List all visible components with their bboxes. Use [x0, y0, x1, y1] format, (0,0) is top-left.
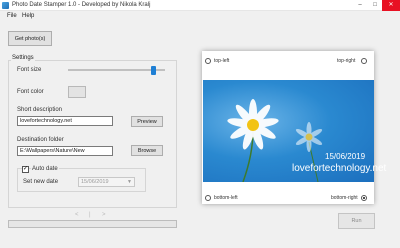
font-size-label: Font size [17, 67, 42, 73]
maximize-icon[interactable]: □ [368, 0, 382, 11]
set-new-date-label: Set new date [23, 179, 59, 185]
short-description-input[interactable]: lovefortechnology.net [17, 116, 113, 126]
position-radio-top-right[interactable] [361, 58, 367, 64]
app-icon [2, 2, 9, 9]
short-description-label: Short description [17, 107, 63, 113]
title-bar: Photo Date Stamper 1.0 - Developed by Ni… [0, 0, 400, 11]
chevron-down-icon[interactable]: ▼ [127, 179, 132, 185]
menu-bar: File Help [0, 11, 400, 21]
run-button[interactable]: Run [338, 213, 375, 229]
browse-button[interactable]: Browse [131, 145, 163, 156]
close-icon[interactable]: ✕ [382, 0, 400, 11]
get-photos-button[interactable]: Get photo(s) [8, 31, 52, 46]
font-color-swatch[interactable] [68, 86, 86, 98]
position-label-top-right: top-right [337, 58, 356, 64]
position-label-bottom-right: bottom-right [331, 195, 358, 201]
position-label-top-left: top-left [214, 58, 230, 64]
destination-folder-label: Destination folder [17, 137, 64, 143]
position-label-bottom-left: bottom-left [214, 195, 238, 201]
pager-separator: | [89, 212, 91, 218]
settings-legend: Settings [11, 55, 35, 61]
description-stamp-text: lovefortechnology.net [292, 163, 387, 174]
menu-item-help[interactable]: Help [22, 13, 34, 19]
font-size-slider-thumb[interactable] [150, 66, 156, 75]
menu-item-file[interactable]: File [7, 13, 17, 19]
next-photo-button[interactable]: > [102, 212, 106, 218]
destination-folder-input[interactable]: E:\Wallpapers\Nature\New [17, 146, 113, 156]
minimize-icon[interactable]: – [353, 0, 367, 11]
progress-bar [8, 220, 177, 228]
position-radio-top-left[interactable] [205, 58, 211, 64]
auto-date-checkbox[interactable]: ✓ [22, 166, 29, 173]
font-color-label: Font color [17, 89, 44, 95]
window-title: Photo Date Stamper 1.0 - Developed by Ni… [12, 2, 151, 8]
position-radio-bottom-left[interactable] [205, 195, 211, 201]
preview-button[interactable]: Preview [131, 116, 163, 127]
date-stamp-text: 15/06/2019 [325, 152, 366, 161]
auto-date-label: Auto date [31, 166, 59, 172]
previous-photo-button[interactable]: < [75, 212, 79, 218]
position-radio-bottom-right[interactable] [361, 195, 367, 201]
